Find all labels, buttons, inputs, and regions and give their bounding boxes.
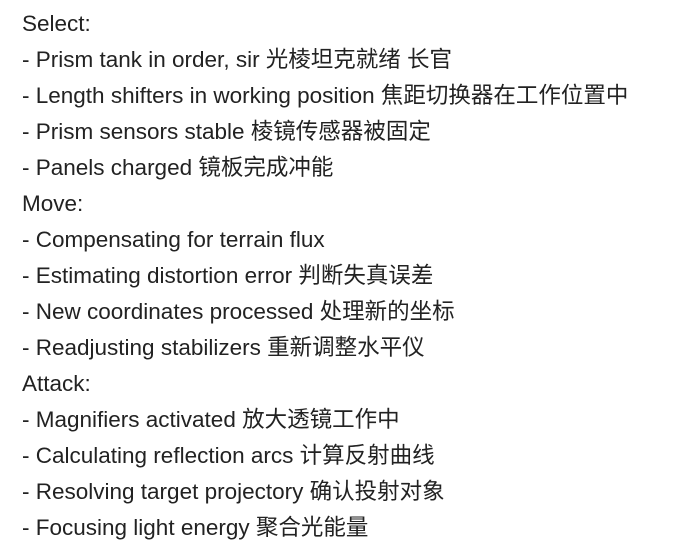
list-item: - Resolving target projectory 确认投射对象 [22, 479, 445, 504]
list-item: - Magnifiers activated 放大透镜工作中 [22, 407, 400, 432]
list-item: - Panels charged 镜板完成冲能 [22, 155, 334, 180]
list-item: - Calculating reflection arcs 计算反射曲线 [22, 443, 435, 468]
section-heading-move: Move: [22, 191, 84, 216]
list-item: - Readjusting stabilizers 重新调整水平仪 [22, 335, 425, 360]
list-item: - Prism sensors stable 棱镜传感器被固定 [22, 119, 431, 144]
voice-lines-document: Select: - Prism tank in order, sir 光棱坦克就… [22, 6, 677, 546]
list-item: - Estimating distortion error 判断失真误差 [22, 263, 434, 288]
list-item: - Compensating for terrain flux [22, 227, 325, 252]
section-heading-attack: Attack: [22, 371, 91, 396]
list-item: - Length shifters in working position 焦距… [22, 83, 629, 108]
section-heading-select: Select: [22, 11, 91, 36]
list-item: - Prism tank in order, sir 光棱坦克就绪 长官 [22, 47, 453, 72]
list-item: - Focusing light energy 聚合光能量 [22, 515, 369, 540]
list-item: - New coordinates processed 处理新的坐标 [22, 299, 455, 324]
